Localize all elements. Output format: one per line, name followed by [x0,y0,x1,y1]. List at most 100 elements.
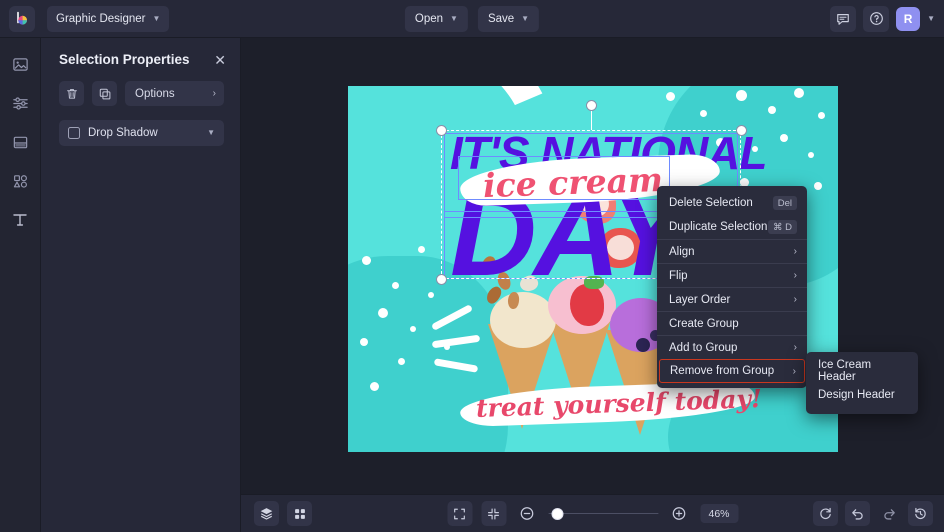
zoom-slider[interactable] [548,507,658,520]
submenu-item-label: Ice Cream Header [818,359,872,383]
context-menu-item-label: Delete Selection [669,197,753,209]
decor-dot [378,308,388,318]
chevron-right-icon: › [793,294,797,305]
context-menu-item-align[interactable]: Align › [657,239,807,263]
chevron-right-icon: › [212,88,216,99]
context-menu-item-remove-from-group[interactable]: Remove from Group › [659,359,805,383]
submenu-item-ice-cream-header[interactable]: Ice Cream Header [806,359,918,383]
context-menu-item-shortcut: ⌘ D [768,220,797,234]
resize-handle-tr[interactable] [736,125,747,136]
duplicate-button[interactable] [92,81,117,106]
color-wheel-logo-icon [17,11,27,25]
layers-button[interactable] [254,501,279,526]
top-right-actions: R ▼ [830,5,935,32]
decor-dot [808,152,814,158]
drop-shadow-checkbox[interactable] [68,127,80,139]
remove-from-group-submenu[interactable]: Ice Cream Header Design Header [806,352,918,414]
close-icon[interactable]: ✕ [214,53,226,67]
context-menu-item-label: Create Group [669,317,739,330]
undo-button[interactable] [845,501,870,526]
options-label: Options [135,87,175,100]
bottom-left-tools [254,501,312,526]
app-switcher-label: Graphic Designer [56,12,146,25]
layout-icon [13,136,27,148]
decor-dot [360,338,368,346]
decor-dot [780,134,788,142]
fit-screen-button[interactable] [447,501,472,526]
page-title: Selection Properties [59,52,190,67]
context-menu-item-duplicate-selection[interactable]: Duplicate Selection ⌘ D [657,215,807,239]
chevron-right-icon: › [792,365,796,377]
decor-dot [814,182,822,190]
history-button[interactable] [908,501,933,526]
context-menu-item-create-group[interactable]: Create Group [657,311,807,335]
rail-item-image[interactable] [6,52,34,76]
bottom-bar: 46% [241,494,944,532]
zoom-level-value[interactable]: 46% [700,504,738,523]
app-switcher[interactable]: Graphic Designer ▼ [47,5,170,32]
delete-button[interactable] [59,81,84,106]
chevron-right-icon: › [793,342,797,353]
top-center-actions: Open ▼ Save ▼ [404,5,540,32]
reset-button[interactable] [813,501,838,526]
zoom-slider-knob[interactable] [551,507,563,520]
context-menu-item-label: Remove from Group [670,365,775,377]
help-button[interactable] [863,5,890,32]
selection-properties-panel: Selection Properties ✕ Options › Drop Sh… [41,38,241,532]
decor-dot [362,256,371,265]
redo-button[interactable] [877,501,901,525]
submenu-item-design-header[interactable]: Design Header [806,383,918,407]
decor-dot [736,90,747,101]
layers-icon [260,508,273,520]
decor-dot [794,88,804,98]
context-menu-item-label: Layer Order [669,293,731,306]
fit-screen-icon [454,508,465,519]
context-menu-item-label: Flip [669,269,688,282]
context-menu[interactable]: Delete Selection Del Duplicate Selection… [657,186,807,388]
open-button[interactable]: Open ▼ [404,5,468,32]
zoom-out-button[interactable] [515,502,539,526]
rail-item-adjust[interactable] [6,91,34,115]
context-menu-item-add-to-group[interactable]: Add to Group › [657,335,807,359]
drop-shadow-label: Drop Shadow [88,127,158,139]
resize-handle-tl[interactable] [436,125,447,136]
chevron-down-icon: ▼ [152,13,161,23]
adjustments-icon [12,96,28,110]
avatar[interactable]: R [896,6,921,31]
app-logo[interactable] [9,5,35,32]
shrink-button[interactable] [481,501,506,526]
save-button[interactable]: Save ▼ [477,5,540,32]
zoom-in-button[interactable] [667,502,691,526]
submenu-item-label: Design Header [818,389,895,401]
chevron-down-icon: ▼ [521,13,530,23]
help-circle-icon [869,12,883,25]
resize-handle-bl[interactable] [436,274,447,285]
chevron-down-icon[interactable]: ▼ [207,129,215,137]
decor-dot [370,382,379,391]
save-button-label: Save [487,12,515,25]
context-menu-item-layer-order[interactable]: Layer Order › [657,287,807,311]
bottom-right-tools [813,501,933,526]
account-chevron-down-icon[interactable]: ▼ [927,14,935,23]
rail-item-shapes[interactable] [6,169,34,193]
decor-dot [666,92,675,101]
context-menu-item-label: Duplicate Selection [669,221,768,233]
rotate-handle[interactable] [586,100,597,111]
drop-shadow-row[interactable]: Drop Shadow ▼ [59,120,224,146]
context-menu-item-flip[interactable]: Flip › [657,263,807,287]
left-tool-rail [0,38,41,532]
options-button[interactable]: Options › [125,81,224,106]
blueberry-topping [636,338,650,352]
comment-icon [837,13,849,25]
trash-icon [66,88,77,99]
comment-button[interactable] [830,5,857,32]
rail-item-text[interactable] [6,208,34,232]
history-icon [915,507,926,520]
decor-dot [398,358,405,365]
grid-button[interactable] [287,501,312,526]
context-menu-item-delete-selection[interactable]: Delete Selection Del [657,191,807,215]
decor-dot [428,292,434,298]
chevron-down-icon: ▼ [450,13,458,23]
rail-item-layout[interactable] [6,130,34,154]
canvas-stage[interactable]: DAY IT'S NATIONAL ice cream treat yourse… [241,38,944,494]
